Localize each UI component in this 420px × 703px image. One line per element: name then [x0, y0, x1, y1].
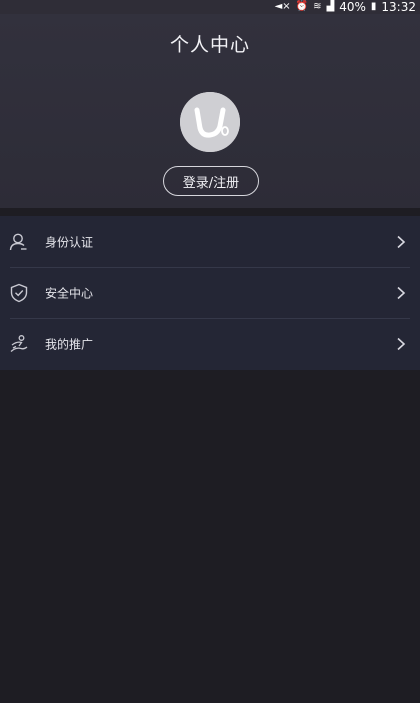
shield-check-icon [9, 283, 29, 303]
mute-icon: ◄× [274, 1, 291, 12]
battery-percent: 40% [339, 0, 366, 14]
menu-item-my-promotion[interactable]: 我的推广 [0, 318, 420, 369]
wifi-icon: ≋ [313, 1, 322, 12]
profile-header: 个人中心 登录/注册 [0, 14, 420, 208]
menu-item-security-center[interactable]: 安全中心 [0, 267, 420, 318]
signal-icon: ▟ [326, 1, 335, 12]
status-bar: ◄× ⏰ ≋ ▟ 40% ▮ 13:32 [0, 0, 420, 14]
app-logo-avatar-icon [180, 92, 240, 152]
person-icon [9, 232, 29, 252]
avatar[interactable] [180, 92, 240, 152]
menu-item-label: 我的推广 [45, 337, 94, 351]
promotion-icon [9, 334, 29, 354]
page-title: 个人中心 [169, 34, 250, 56]
battery-icon: ▮ [370, 1, 377, 12]
menu-item-label: 安全中心 [45, 286, 94, 300]
menu-item-label: 身份认证 [45, 235, 94, 249]
login-register-button[interactable]: 登录/注册 [163, 166, 259, 196]
menu-item-identity-verification[interactable]: 身份认证 [0, 216, 420, 267]
menu-list: 身份认证 安全中心 我的推广 [0, 216, 420, 370]
clock: 13:32 [381, 0, 416, 14]
alarm-icon: ⏰ [295, 1, 309, 12]
chevron-right-icon [396, 235, 406, 249]
chevron-right-icon [396, 337, 406, 351]
chevron-right-icon [396, 286, 406, 300]
